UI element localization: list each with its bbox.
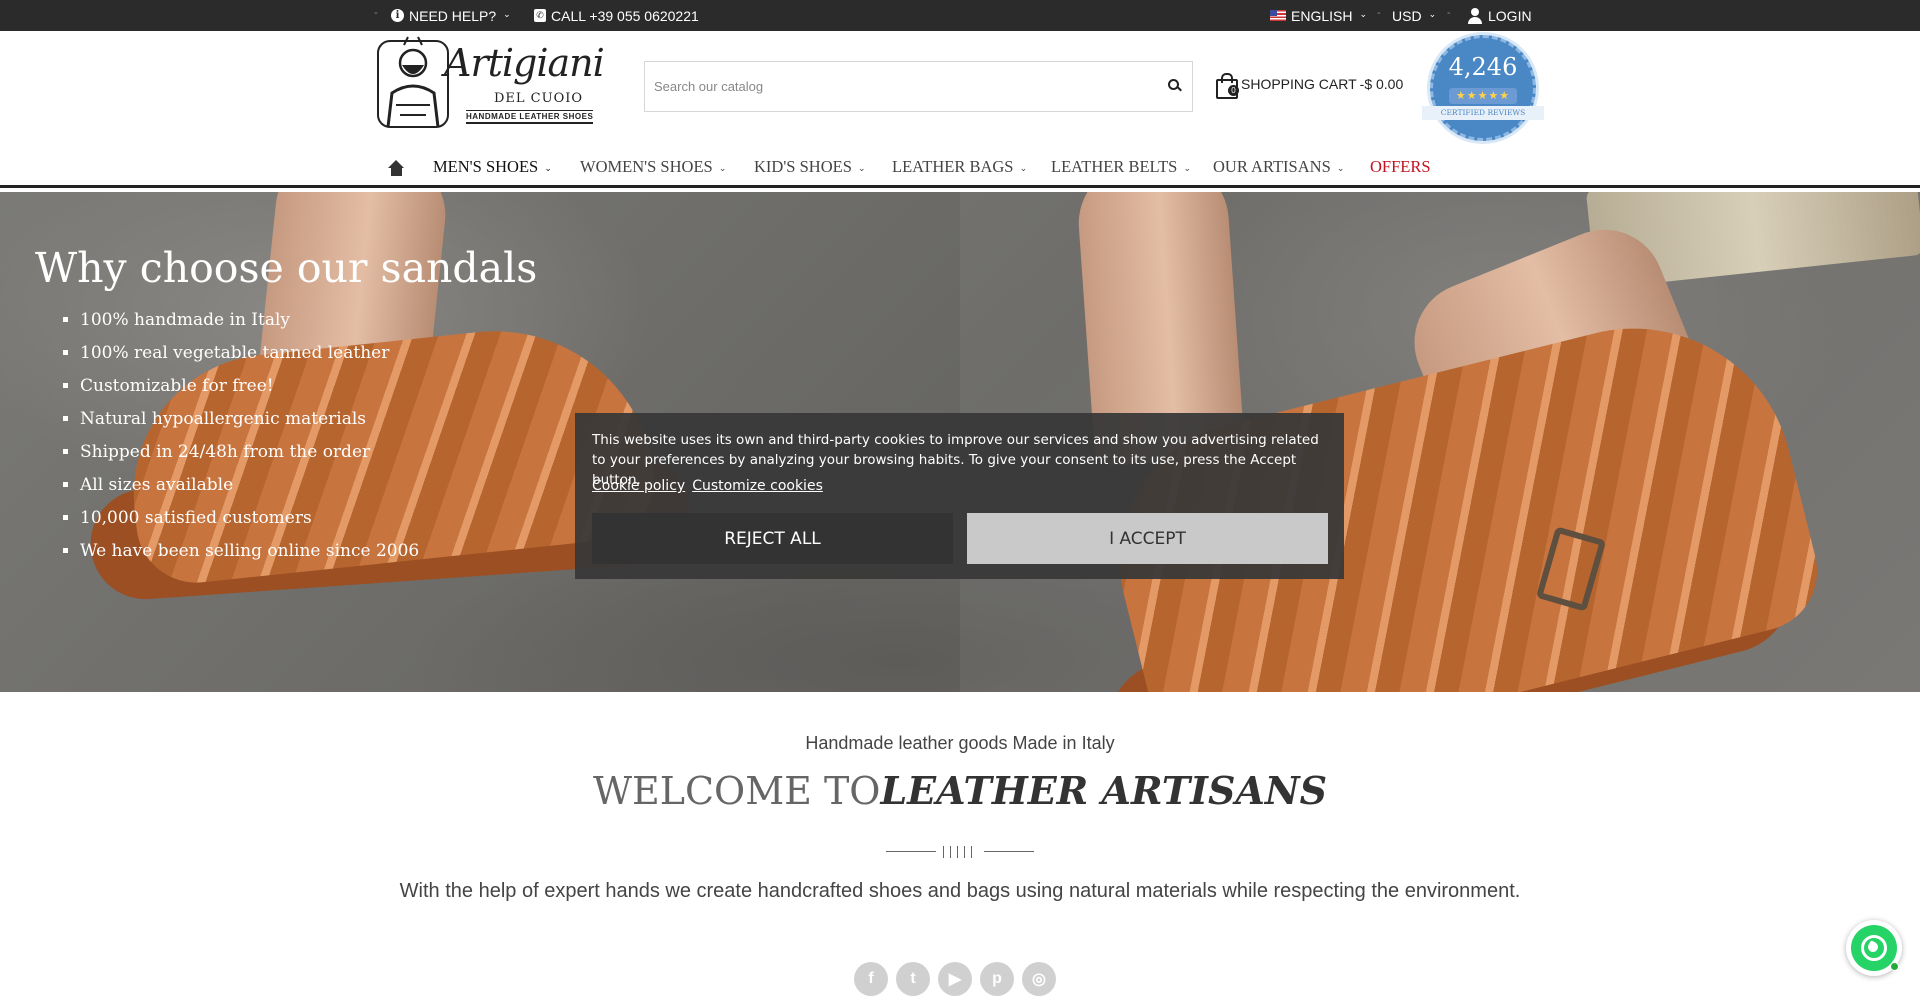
nav-item-kids-shoes[interactable]: KID'S SHOES ⌄ — [754, 157, 866, 177]
search-input[interactable] — [645, 62, 1145, 111]
accept-button[interactable]: I ACCEPT — [967, 513, 1328, 564]
separator: - — [1447, 7, 1451, 19]
list-item: Customizable for free! — [80, 376, 419, 409]
search-icon[interactable] — [1164, 73, 1184, 97]
logo-title: Artigiani — [444, 41, 605, 85]
section-tagline: Handmade leather goods Made in Italy — [805, 733, 1115, 753]
twitter-icon[interactable]: t — [896, 962, 930, 996]
chevron-down-icon: ⌄ — [718, 163, 727, 173]
chevron-down-icon: ⌄ — [1359, 9, 1368, 19]
logo-tagline: HANDMADE LEATHER SHOES — [466, 110, 594, 124]
call-link[interactable]: ✆ CALL +39 055 0620221 — [534, 0, 699, 31]
separator: - — [374, 7, 378, 19]
youtube-icon[interactable]: ▶ — [938, 962, 972, 996]
nav-item-leather-bags[interactable]: LEATHER BAGS ⌄ — [892, 157, 1027, 177]
info-icon: i — [391, 9, 404, 22]
shopping-bag-icon: 0 — [1214, 71, 1239, 99]
shopping-cart[interactable]: 0 SHOPPING CART -$ 0.00 — [1214, 71, 1404, 99]
nav-item-mens-shoes[interactable]: MEN'S SHOES ⌄ — [433, 157, 552, 177]
user-icon — [1467, 7, 1483, 24]
list-item: Natural hypoallergenic materials — [80, 409, 419, 442]
separator: - — [1377, 7, 1381, 19]
nav-item-womens-shoes[interactable]: WOMEN'S SHOES ⌄ — [580, 157, 726, 177]
nav-item-leather-belts[interactable]: LEATHER BELTS ⌄ — [1051, 157, 1191, 177]
artisan-figure-icon — [377, 36, 449, 128]
nav-label: LEATHER BAGS — [892, 157, 1014, 176]
chevron-down-icon: ⌄ — [1019, 163, 1028, 173]
intro-text: With the help of expert hands we create … — [399, 880, 1521, 902]
us-flag-icon — [1270, 10, 1286, 21]
nav-divider — [0, 185, 1920, 188]
list-item: We have been selling online since 2006 — [80, 541, 419, 574]
star-rating-icon: ★★★★★ — [1449, 88, 1517, 104]
chevron-down-icon: ⌄ — [503, 9, 511, 19]
welcome-heading: WELCOME TOLEATHER ARTISANS — [0, 768, 1920, 813]
nav-label: MEN'S SHOES — [433, 157, 539, 176]
hero-title: Why choose our sandals — [35, 244, 538, 292]
cookie-policy-link[interactable]: Cookie policy — [592, 478, 685, 494]
currency-label: USD — [1392, 7, 1422, 24]
welcome-brand: LEATHER ARTISANS — [880, 768, 1328, 813]
site-logo[interactable]: Artigiani DEL CUOIO HANDMADE LEATHER SHO… — [374, 35, 606, 137]
online-status-dot — [1890, 962, 1899, 971]
nav-label: WOMEN'S SHOES — [580, 157, 713, 176]
cart-count-badge: 0 — [1228, 85, 1239, 96]
list-item: All sizes available — [80, 475, 419, 508]
certified-reviews-badge[interactable]: 4,246 ★★★★★ CERTIFIED REVIEWS — [1422, 35, 1544, 147]
nav-label: OUR ARTISANS — [1213, 157, 1331, 176]
decorative-divider — [886, 846, 1034, 858]
cookie-consent-dialog: This website uses its own and third-part… — [575, 413, 1344, 579]
nav-item-our-artisans[interactable]: OUR ARTISANS ⌄ — [1213, 157, 1344, 177]
currency-selector[interactable]: USD ⌄ — [1392, 0, 1436, 31]
chevron-down-icon: ⌄ — [1336, 163, 1345, 173]
top-bar: - i NEED HELP? ⌄ ✆ CALL +39 055 0620221 … — [0, 0, 1920, 31]
divider-ticks — [943, 846, 977, 858]
home-icon[interactable] — [388, 160, 405, 176]
logo-subtitle: DEL CUOIO — [494, 91, 584, 106]
nav-label: KID'S SHOES — [754, 157, 852, 176]
need-help-dropdown[interactable]: i NEED HELP? ⌄ — [391, 0, 511, 31]
chevron-down-icon: ⌄ — [858, 163, 866, 173]
divider-line — [886, 851, 936, 852]
nav-item-offers[interactable]: OFFERS — [1370, 157, 1431, 177]
reviews-label: CERTIFIED REVIEWS — [1422, 106, 1544, 120]
social-links: f t ▶ p ◎ — [854, 962, 1056, 996]
list-item: Shipped in 24/48h from the order — [80, 442, 419, 475]
search-box — [644, 61, 1193, 112]
nav-label: LEATHER BELTS — [1051, 157, 1178, 176]
instagram-icon[interactable]: ◎ — [1022, 962, 1056, 996]
language-label: ENGLISH — [1291, 7, 1353, 24]
login-link[interactable]: LOGIN — [1467, 0, 1532, 31]
login-label: LOGIN — [1488, 7, 1532, 24]
need-help-label: NEED HELP? — [409, 7, 497, 24]
chevron-down-icon: ⌄ — [1183, 163, 1192, 173]
phone-icon: ✆ — [534, 9, 546, 22]
call-label: CALL +39 055 0620221 — [551, 7, 699, 24]
main-nav: MEN'S SHOES ⌄ WOMEN'S SHOES ⌄ KID'S SHOE… — [0, 152, 1920, 188]
list-item: 100% real vegetable tanned leather — [80, 343, 419, 376]
reviews-count: 4,246 — [1448, 53, 1518, 81]
cart-label: SHOPPING CART — [1241, 76, 1357, 92]
welcome-prefix: WELCOME TO — [592, 769, 881, 813]
customize-cookies-link[interactable]: Customize cookies — [692, 478, 823, 494]
divider-line — [984, 851, 1034, 852]
reject-all-button[interactable]: REJECT ALL — [592, 513, 953, 564]
cookie-links: Cookie policy Customize cookies — [592, 478, 823, 494]
hero-bullet-list: 100% handmade in Italy 100% real vegetab… — [62, 310, 419, 574]
cart-total: -$ 0.00 — [1359, 76, 1404, 92]
chevron-down-icon: ⌄ — [1428, 9, 1437, 19]
language-selector[interactable]: ENGLISH ⌄ — [1270, 0, 1367, 31]
list-item: 100% handmade in Italy — [80, 310, 419, 343]
list-item: 10,000 satisfied customers — [80, 508, 419, 541]
chevron-down-icon: ⌄ — [544, 163, 552, 173]
whatsapp-chat-button[interactable] — [1846, 920, 1902, 976]
facebook-icon[interactable]: f — [854, 962, 888, 996]
pinterest-icon[interactable]: p — [980, 962, 1014, 996]
